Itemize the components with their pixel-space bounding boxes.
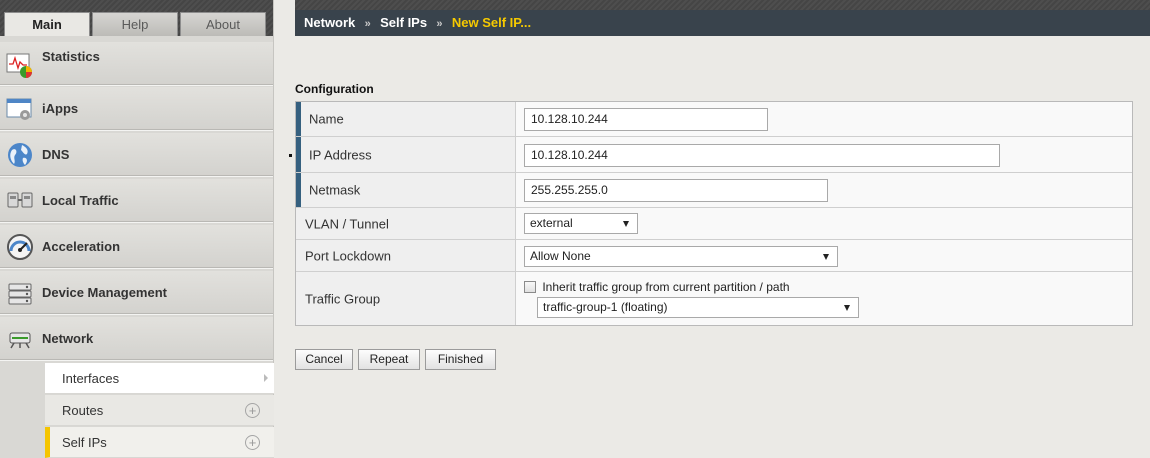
label-ip-address: IP Address bbox=[309, 147, 372, 162]
row-vlan-tunnel: VLAN / Tunnel external bbox=[296, 208, 1132, 240]
label-cell-name: Name bbox=[296, 102, 516, 136]
add-route-icon[interactable]: + bbox=[245, 403, 260, 418]
subnav-item-self-ips[interactable]: Self IPs + bbox=[45, 427, 274, 458]
tab-about[interactable]: About bbox=[180, 12, 266, 36]
nav-label-dns: DNS bbox=[42, 147, 70, 162]
panel-tabs: Main Help About bbox=[0, 0, 273, 36]
nav-label-iapps: iApps bbox=[42, 101, 79, 116]
statistics-icon bbox=[6, 52, 34, 80]
value-cell-port-lockdown: Allow None bbox=[517, 240, 1132, 271]
required-marker bbox=[289, 154, 292, 157]
breadcrumb-self-ips[interactable]: Self IPs bbox=[380, 15, 427, 30]
label-cell-traffic-group: Traffic Group bbox=[296, 272, 516, 325]
traffic-group-value: traffic-group-1 (floating) bbox=[543, 300, 668, 314]
row-traffic-group: Traffic Group Inherit traffic group from… bbox=[296, 272, 1132, 325]
nav-item-device-management[interactable]: Device Management bbox=[0, 271, 273, 315]
subnav-item-routes[interactable]: Routes + bbox=[45, 395, 274, 426]
label-netmask: Netmask bbox=[309, 182, 361, 198]
row-port-lockdown: Port Lockdown Allow None bbox=[296, 240, 1132, 272]
nav-label-acceleration: Acceleration bbox=[42, 239, 121, 254]
inherit-traffic-group-option: Inherit traffic group from current parti… bbox=[524, 279, 790, 294]
netmask-input[interactable]: 255.255.255.0 bbox=[524, 179, 828, 202]
label-cell-vlan-tunnel: VLAN / Tunnel bbox=[296, 208, 516, 239]
dropdown-arrow-icon bbox=[844, 305, 850, 311]
nav-item-statistics[interactable]: Statistics bbox=[0, 42, 273, 86]
chevron-right-icon bbox=[264, 374, 268, 382]
subnav-label-interfaces: Interfaces bbox=[62, 371, 120, 386]
network-icon bbox=[6, 325, 34, 353]
value-cell-traffic-group: Inherit traffic group from current parti… bbox=[517, 272, 1132, 325]
value-cell-netmask: 255.255.255.0 bbox=[517, 173, 1132, 207]
name-input[interactable]: 10.128.10.244 bbox=[524, 108, 768, 131]
subnav-label-self-ips: Self IPs bbox=[62, 435, 107, 450]
nav-label-device-management: Device Management bbox=[42, 285, 167, 300]
nav-item-acceleration[interactable]: Acceleration bbox=[0, 225, 273, 269]
repeat-button[interactable]: Repeat bbox=[358, 349, 420, 370]
tab-help[interactable]: Help bbox=[92, 12, 178, 36]
label-cell-port-lockdown: Port Lockdown bbox=[296, 240, 516, 271]
breadcrumb-network[interactable]: Network bbox=[304, 15, 355, 30]
inherit-traffic-group-label: Inherit traffic group from current parti… bbox=[542, 279, 790, 294]
iapps-icon bbox=[6, 95, 34, 123]
speedometer-icon bbox=[6, 233, 34, 261]
configuration-table: Name 10.128.10.244 IP Address 10.128.10.… bbox=[295, 101, 1133, 326]
nav-item-iapps[interactable]: iApps bbox=[0, 87, 273, 131]
port-lockdown-value: Allow None bbox=[530, 249, 591, 263]
label-cell-netmask: Netmask bbox=[296, 173, 516, 207]
vlan-tunnel-value: external bbox=[530, 216, 573, 230]
label-traffic-group: Traffic Group bbox=[305, 291, 381, 306]
breadcrumb-separator: » bbox=[364, 18, 371, 30]
subnav-item-interfaces[interactable]: Interfaces bbox=[45, 363, 274, 394]
left-navigation-panel: Main Help About Statistics iApps DNS Loc… bbox=[0, 0, 274, 458]
breadcrumb-separator: » bbox=[436, 18, 443, 30]
breadcrumb-current-page: New Self IP... bbox=[451, 15, 532, 30]
row-ip-address: IP Address 10.128.10.244 bbox=[296, 137, 1132, 173]
nav-item-dns[interactable]: DNS bbox=[0, 133, 273, 177]
value-cell-ip-address: 10.128.10.244 bbox=[517, 137, 1132, 172]
label-port-lockdown: Port Lockdown bbox=[305, 248, 391, 263]
tab-main[interactable]: Main bbox=[4, 12, 90, 36]
breadcrumb: Network » Self IPs » New Self IP... bbox=[304, 10, 531, 37]
inherit-traffic-group-checkbox[interactable] bbox=[524, 280, 536, 293]
label-vlan-tunnel: VLAN / Tunnel bbox=[305, 216, 389, 231]
add-self-ip-icon[interactable]: + bbox=[245, 435, 260, 450]
dropdown-arrow-icon bbox=[823, 254, 829, 260]
section-title-configuration: Configuration bbox=[295, 82, 374, 96]
nav-label-statistics: Statistics bbox=[42, 49, 100, 64]
port-lockdown-select[interactable]: Allow None bbox=[524, 246, 838, 267]
cancel-button[interactable]: Cancel bbox=[295, 349, 353, 370]
label-name: Name bbox=[309, 111, 344, 127]
breadcrumb-header: Network » Self IPs » New Self IP... bbox=[295, 0, 1150, 36]
subnav-label-routes: Routes bbox=[62, 403, 104, 418]
ip-address-input[interactable]: 10.128.10.244 bbox=[524, 144, 1000, 167]
nav-item-local-traffic[interactable]: Local Traffic bbox=[0, 179, 273, 223]
traffic-group-select[interactable]: traffic-group-1 (floating) bbox=[537, 297, 859, 318]
finished-button[interactable]: Finished bbox=[425, 349, 496, 370]
vlan-tunnel-select[interactable]: external bbox=[524, 213, 638, 234]
dropdown-arrow-icon bbox=[623, 221, 629, 227]
row-name: Name 10.128.10.244 bbox=[296, 102, 1132, 137]
local-traffic-icon bbox=[6, 187, 34, 215]
value-cell-name: 10.128.10.244 bbox=[517, 102, 1132, 136]
nav-item-network[interactable]: Network bbox=[0, 317, 273, 361]
value-cell-vlan-tunnel: external bbox=[517, 208, 1132, 239]
nav-label-network: Network bbox=[42, 331, 94, 346]
breadcrumb-bar: Network » Self IPs » New Self IP... bbox=[295, 10, 1150, 36]
device-icon bbox=[6, 279, 34, 307]
globe-icon bbox=[6, 141, 34, 169]
nav-label-local-traffic: Local Traffic bbox=[42, 193, 119, 208]
label-cell-ip-address: IP Address bbox=[296, 137, 516, 172]
row-netmask: Netmask 255.255.255.0 bbox=[296, 173, 1132, 208]
